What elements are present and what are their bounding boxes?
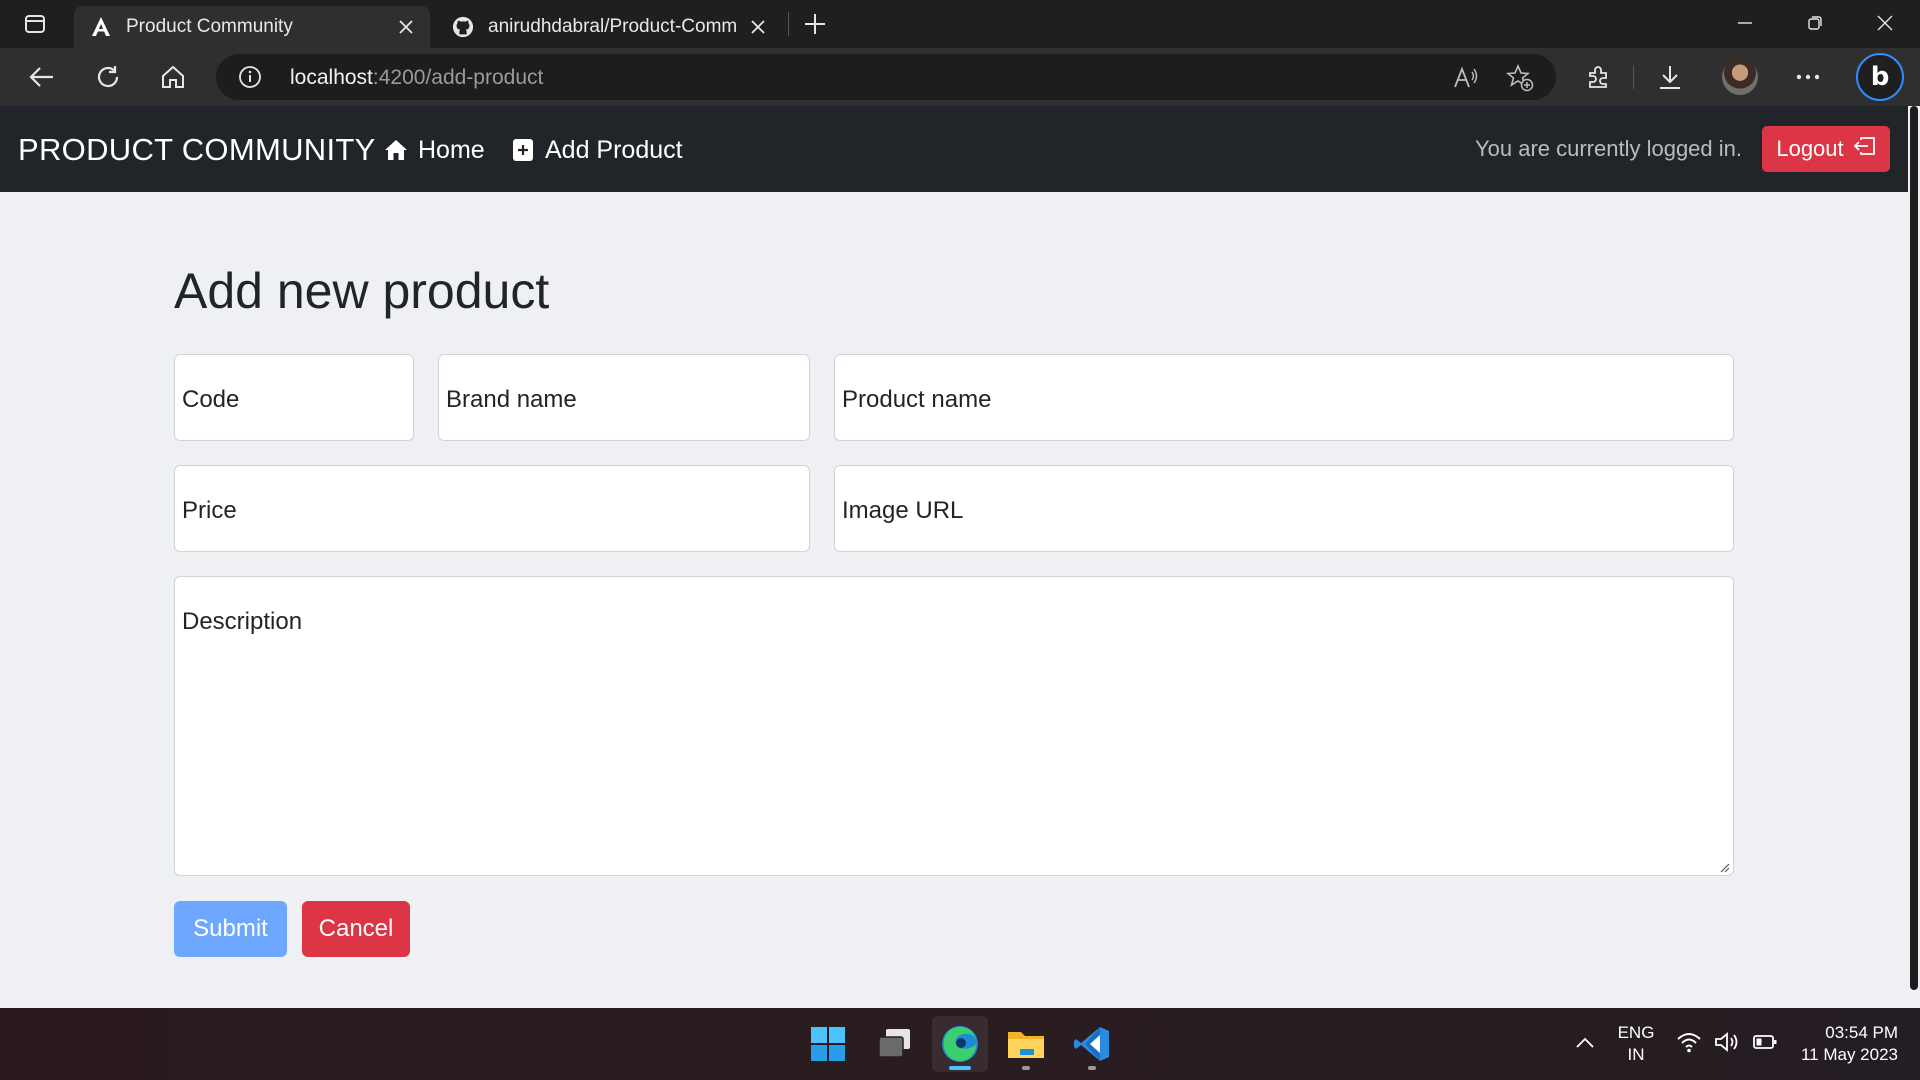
tab-separator <box>788 12 789 36</box>
brand-name-placeholder: Brand name <box>446 386 577 413</box>
close-window-icon[interactable] <box>1850 0 1920 46</box>
system-tray[interactable] <box>1676 1030 1778 1058</box>
running-indicator <box>1022 1066 1030 1070</box>
brand-name-input[interactable]: Brand name <box>438 354 810 441</box>
app-navbar: PRODUCT COMMUNITY Home Add Product You a… <box>0 106 1908 192</box>
favorites-add-icon[interactable] <box>1506 64 1534 92</box>
minimize-icon[interactable] <box>1710 0 1780 46</box>
task-view-icon[interactable] <box>867 1016 923 1072</box>
downloads-icon[interactable] <box>1652 59 1688 95</box>
tab-title: Product Community <box>126 16 293 37</box>
price-input[interactable]: Price <box>174 465 810 552</box>
windows-taskbar: ENG IN 03:54 PM 11 May 2023 <box>0 1008 1920 1080</box>
file-explorer-icon[interactable] <box>998 1016 1054 1072</box>
running-indicator <box>1088 1066 1096 1070</box>
wifi-icon[interactable] <box>1676 1031 1702 1058</box>
home-icon[interactable] <box>155 59 191 95</box>
back-arrow-icon[interactable] <box>24 59 60 95</box>
description-textarea[interactable]: Description <box>174 576 1734 876</box>
more-options-icon[interactable] <box>1790 59 1826 95</box>
edge-icon[interactable] <box>932 1016 988 1072</box>
description-placeholder: Description <box>182 608 303 635</box>
page-title: Add new product <box>174 263 550 319</box>
image-url-input[interactable]: Image URL <box>834 465 1734 552</box>
cancel-button[interactable]: Cancel <box>302 901 410 957</box>
close-icon[interactable] <box>396 17 416 37</box>
volume-icon[interactable] <box>1714 1031 1740 1058</box>
profile-avatar[interactable] <box>1722 59 1758 95</box>
nav-link-home[interactable]: Home <box>384 134 485 166</box>
url-text: localhost:4200/add-product <box>290 66 543 90</box>
url-path: :4200/add-product <box>372 66 544 89</box>
product-name-placeholder: Product name <box>842 386 992 413</box>
chevron-up-icon[interactable] <box>1574 1032 1596 1054</box>
image-url-placeholder: Image URL <box>842 497 964 524</box>
product-name-input[interactable]: Product name <box>834 354 1734 441</box>
angular-icon <box>90 16 112 38</box>
extensions-icon[interactable] <box>1580 59 1616 95</box>
site-info-icon[interactable] <box>238 65 262 89</box>
code-placeholder: Code <box>182 386 240 413</box>
code-input[interactable]: Code <box>174 354 414 441</box>
nav-link-label: Add Product <box>545 135 683 164</box>
battery-icon[interactable] <box>1752 1031 1778 1058</box>
system-clock[interactable]: 03:54 PM 11 May 2023 <box>1801 1022 1898 1066</box>
nav-link-add-product[interactable]: Add Product <box>511 134 683 166</box>
address-bar[interactable]: localhost:4200/add-product <box>216 54 1556 100</box>
url-host: localhost <box>290 66 373 89</box>
page-viewport: PRODUCT COMMUNITY Home Add Product You a… <box>0 106 1920 1008</box>
clock-time: 03:54 PM <box>1825 1023 1898 1042</box>
house-icon <box>384 138 408 162</box>
toolbar-separator <box>1633 65 1634 89</box>
language-code: ENG <box>1617 1023 1655 1042</box>
resize-handle-icon[interactable] <box>1718 860 1730 873</box>
tab-product-community[interactable]: Product Community <box>74 6 430 48</box>
scrollbar-thumb[interactable] <box>1910 106 1918 990</box>
active-indicator <box>949 1066 971 1070</box>
windows-start-icon[interactable] <box>800 1016 856 1072</box>
logout-arrow-icon <box>1852 136 1876 162</box>
language-indicator[interactable]: ENG IN <box>1614 1022 1658 1066</box>
tab-actions-icon[interactable] <box>14 10 56 38</box>
window-controls <box>1710 0 1920 46</box>
read-aloud-icon[interactable] <box>1452 64 1480 92</box>
brand-title[interactable]: PRODUCT COMMUNITY <box>18 132 376 168</box>
vscode-icon[interactable] <box>1064 1016 1120 1072</box>
restore-icon[interactable] <box>1780 0 1850 46</box>
browser-tab-strip: Product Community anirudhdabral/Product-… <box>0 0 1920 48</box>
submit-button[interactable]: Submit <box>174 901 287 957</box>
price-placeholder: Price <box>182 497 237 524</box>
region-code: IN <box>1627 1045 1645 1064</box>
bing-copilot-icon[interactable]: b <box>1856 53 1904 101</box>
github-icon <box>452 16 474 38</box>
clock-date: 11 May 2023 <box>1800 1045 1898 1064</box>
login-status-text: You are currently logged in. <box>1474 136 1742 161</box>
refresh-icon[interactable] <box>90 59 126 95</box>
tab-github-repo[interactable]: anirudhdabral/Product-Community <box>436 6 782 48</box>
close-icon[interactable] <box>748 17 768 37</box>
browser-toolbar: localhost:4200/add-product b <box>0 48 1920 106</box>
logout-label: Logout <box>1776 136 1844 161</box>
logout-button[interactable]: Logout <box>1762 126 1890 172</box>
tab-title: anirudhdabral/Product-Community <box>488 16 736 37</box>
nav-link-label: Home <box>418 135 485 164</box>
plus-square-icon <box>511 138 535 162</box>
new-tab-icon[interactable] <box>800 10 830 38</box>
